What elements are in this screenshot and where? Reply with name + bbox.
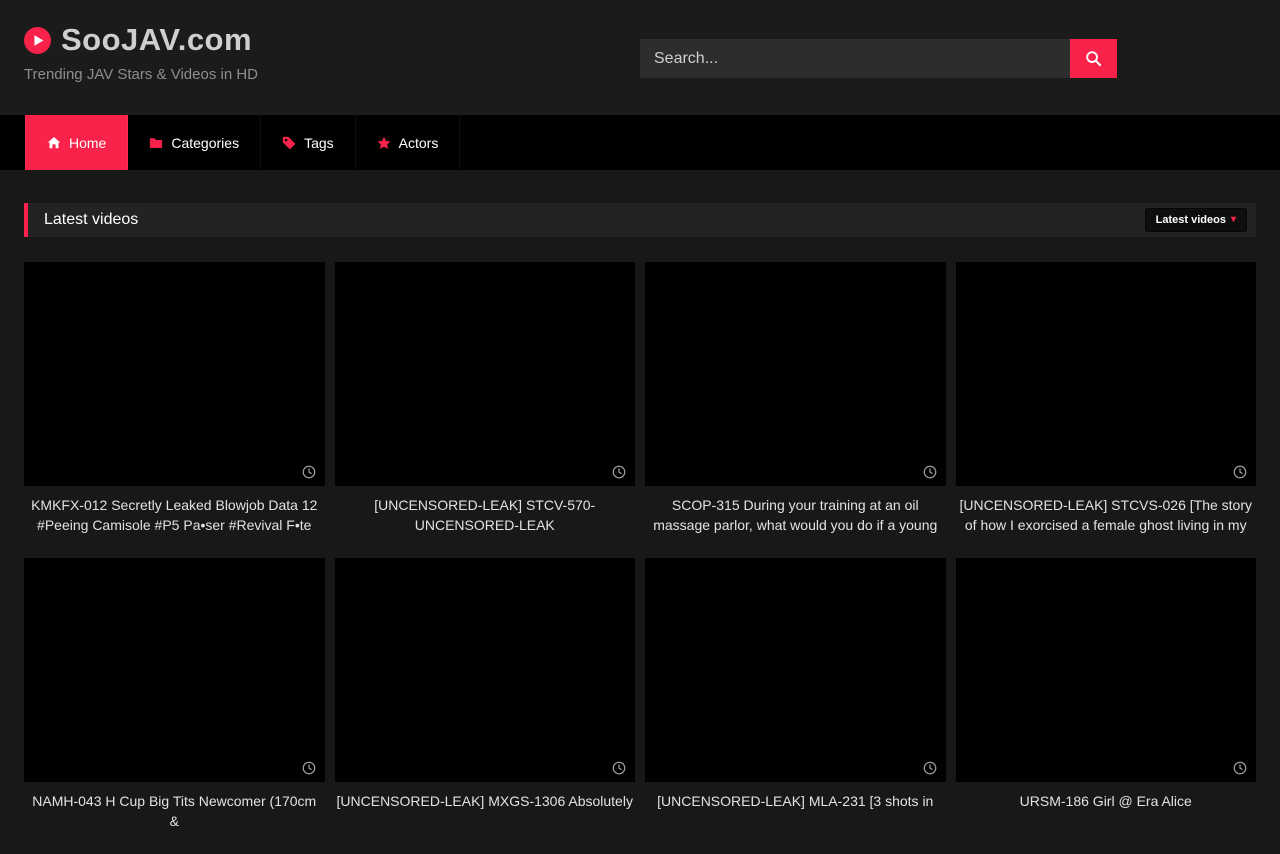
play-icon	[24, 27, 51, 54]
video-title: URSM-186 Girl @ Era Alice	[958, 791, 1255, 811]
tag-icon	[282, 136, 296, 150]
clock-icon	[302, 465, 316, 479]
section-header: Latest videos Latest videos ▾	[24, 203, 1256, 237]
clock-icon	[612, 465, 626, 479]
nav-item-label: Home	[69, 135, 106, 151]
search-input[interactable]	[640, 39, 1070, 78]
video-thumbnail	[645, 262, 946, 486]
video-card[interactable]: [UNCENSORED-LEAK] MLA-231 [3 shots in	[645, 558, 946, 854]
search-form	[640, 39, 1117, 78]
folder-icon	[149, 136, 163, 150]
clock-icon	[612, 761, 626, 775]
nav-item-label: Categories	[171, 135, 239, 151]
video-thumbnail	[335, 558, 636, 782]
video-card[interactable]: [UNCENSORED-LEAK] STCV-570-UNCENSORED-LE…	[335, 262, 636, 558]
home-icon	[47, 136, 61, 150]
video-title: KMKFX-012 Secretly Leaked Blowjob Data 1…	[26, 495, 323, 535]
video-title: [UNCENSORED-LEAK] STCVS-026 [The story o…	[958, 495, 1255, 535]
nav-item-label: Actors	[399, 135, 439, 151]
video-card[interactable]: [UNCENSORED-LEAK] STCVS-026 [The story o…	[956, 262, 1257, 558]
video-title: SCOP-315 During your training at an oil …	[647, 495, 944, 535]
video-card[interactable]: NAMH-043 H Cup Big Tits Newcomer (170cm …	[24, 558, 325, 854]
clock-icon	[923, 465, 937, 479]
video-title: NAMH-043 H Cup Big Tits Newcomer (170cm …	[26, 791, 323, 831]
video-card[interactable]: SCOP-315 During your training at an oil …	[645, 262, 946, 558]
clock-icon	[1233, 465, 1247, 479]
video-grid: KMKFX-012 Secretly Leaked Blowjob Data 1…	[0, 262, 1280, 854]
logo-link[interactable]: SooJAV.com	[24, 22, 252, 58]
video-thumbnail	[24, 558, 325, 782]
video-card[interactable]: [UNCENSORED-LEAK] MXGS-1306 Absolutely	[335, 558, 636, 854]
star-icon	[377, 136, 391, 150]
sort-dropdown-label: Latest videos	[1156, 214, 1226, 226]
video-title: [UNCENSORED-LEAK] STCV-570-UNCENSORED-LE…	[337, 495, 634, 535]
video-thumbnail	[956, 262, 1257, 486]
nav-item-tags[interactable]: Tags	[261, 115, 356, 170]
clock-icon	[1233, 761, 1247, 775]
clock-icon	[302, 761, 316, 775]
nav-item-label: Tags	[304, 135, 334, 151]
video-title: [UNCENSORED-LEAK] MXGS-1306 Absolutely	[337, 791, 634, 811]
main-nav: Home Categories Tags Actors	[0, 115, 1280, 170]
section-accent-bar	[24, 203, 28, 237]
video-card[interactable]: URSM-186 Girl @ Era Alice	[956, 558, 1257, 854]
search-button[interactable]	[1070, 39, 1117, 78]
section-title: Latest videos	[44, 211, 138, 229]
video-thumbnail	[335, 262, 636, 486]
video-thumbnail	[956, 558, 1257, 782]
clock-icon	[923, 761, 937, 775]
nav-item-actors[interactable]: Actors	[356, 115, 461, 170]
video-thumbnail	[645, 558, 946, 782]
video-title: [UNCENSORED-LEAK] MLA-231 [3 shots in	[647, 791, 944, 811]
video-card[interactable]: KMKFX-012 Secretly Leaked Blowjob Data 1…	[24, 262, 325, 558]
caret-down-icon: ▾	[1231, 215, 1236, 225]
main-content: Latest videos Latest videos ▾ KMKFX-012 …	[0, 203, 1280, 854]
video-thumbnail	[24, 262, 325, 486]
search-icon	[1085, 50, 1102, 67]
nav-item-categories[interactable]: Categories	[128, 115, 261, 170]
nav-item-home[interactable]: Home	[25, 115, 128, 170]
site-title: SooJAV.com	[61, 22, 252, 58]
site-header: SooJAV.com Trending JAV Stars & Videos i…	[0, 0, 1280, 115]
sort-dropdown-button[interactable]: Latest videos ▾	[1145, 208, 1247, 232]
